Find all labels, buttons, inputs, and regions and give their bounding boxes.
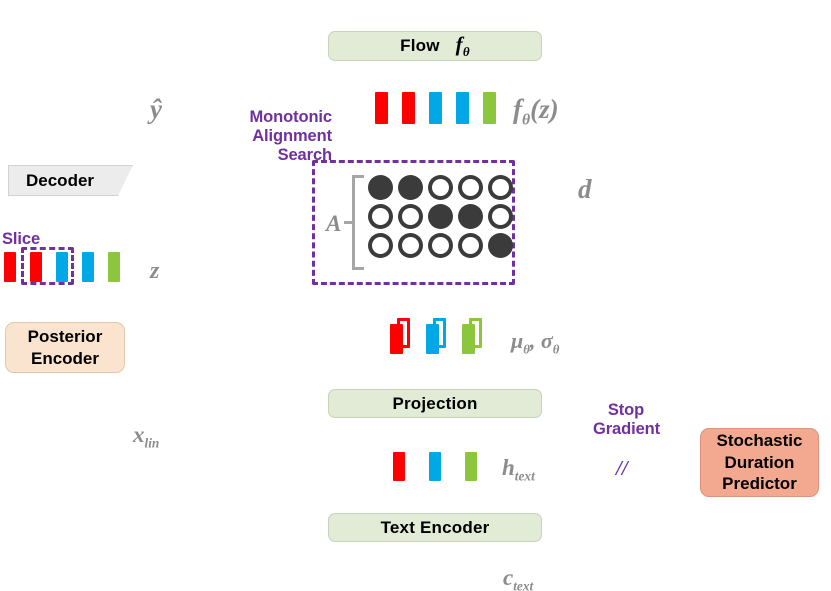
- x-lin-label: xlin: [133, 422, 160, 451]
- posterior-encoder-box[interactable]: Posterior Encoder: [5, 322, 125, 373]
- alignment-cell-inner: [372, 179, 389, 196]
- alignment-cell-r1-c0: [368, 204, 393, 229]
- flow-output-bar-2: [429, 92, 442, 124]
- sdp-label-line1: Stochastic: [716, 430, 803, 450]
- alignment-cell-r0-c4: [488, 175, 513, 200]
- alignment-cell-inner: [372, 208, 389, 225]
- d-label: d: [578, 174, 592, 204]
- alignment-cell-r2-c1: [398, 233, 423, 258]
- mu-sigma-label: μθ, σθ: [511, 328, 560, 357]
- alignment-matrix-label: A: [326, 211, 342, 236]
- flow-output-bar-0: [375, 92, 388, 124]
- alignment-cell-inner: [402, 208, 419, 225]
- alignment-bracket: [352, 175, 364, 270]
- posterior-encoder-label-line1: Posterior: [27, 326, 103, 346]
- flow-box-symbol: fθ: [455, 31, 470, 60]
- text-encoder-box[interactable]: Text Encoder: [328, 513, 542, 542]
- text-encoder-box-label: Text Encoder: [380, 517, 490, 537]
- flow-output-bars: [375, 92, 496, 128]
- mu-bar-2: [462, 324, 475, 354]
- projection-box[interactable]: Projection: [328, 389, 542, 418]
- alignment-cell-inner: [492, 237, 509, 254]
- alignment-cell-inner: [462, 179, 479, 196]
- monotonic-alignment-search-label: Monotonic Alignment Search: [249, 108, 333, 165]
- flow-output-bar-1: [402, 92, 415, 124]
- alignment-cell-inner: [462, 237, 479, 254]
- h-text-label: htext: [502, 455, 535, 484]
- flow-output-bar-3: [456, 92, 469, 124]
- alignment-cell-r1-c4: [488, 204, 513, 229]
- h-text-bar-1: [429, 452, 441, 481]
- alignment-cell-r1-c3: [458, 204, 483, 229]
- decoder-box[interactable]: Decoder: [8, 165, 133, 196]
- mu-sigma-bars: [390, 318, 500, 360]
- decoder-box-label: Decoder: [26, 170, 95, 190]
- alignment-cell-inner: [492, 208, 509, 225]
- z-latent-bar-4: [108, 252, 120, 282]
- alignment-cell-r2-c4: [488, 233, 513, 258]
- alignment-cell-inner: [402, 237, 419, 254]
- c-text-label: ctext: [503, 565, 534, 591]
- flow-output-bar-4: [483, 92, 496, 124]
- alignment-cell-inner: [432, 179, 449, 196]
- posterior-encoder-label-line2: Encoder: [30, 348, 100, 368]
- h-text-bars: [393, 452, 483, 484]
- alignment-cell-r1-c1: [398, 204, 423, 229]
- alignment-cell-r0-c0: [368, 175, 393, 200]
- alignment-cell-inner: [432, 208, 449, 225]
- h-text-bar-0: [393, 452, 405, 481]
- alignment-cell-inner: [402, 179, 419, 196]
- mu-bar-1: [426, 324, 439, 354]
- alignment-bracket-tick: [344, 221, 353, 224]
- alignment-cell-inner: [372, 237, 389, 254]
- mu-bar-0: [390, 324, 403, 354]
- alignment-cell-r2-c0: [368, 233, 393, 258]
- decoder-box-shape: Decoder: [8, 165, 133, 196]
- alignment-cell-inner: [432, 237, 449, 254]
- z-latent-bar-0: [4, 252, 16, 282]
- stochastic-duration-predictor-box[interactable]: Stochastic Duration Predictor: [700, 428, 819, 497]
- h-text-bar-2: [465, 452, 477, 481]
- z-label: z: [150, 258, 160, 284]
- sdp-label-line2: Duration: [724, 452, 795, 472]
- alignment-cell-r1-c2: [428, 204, 453, 229]
- y-hat-label: ŷ: [150, 94, 162, 124]
- alignment-matrix: [368, 175, 513, 258]
- sdp-label-line3: Predictor: [722, 474, 797, 494]
- flow-box-label: Flow: [400, 36, 440, 55]
- z-latent-bar-3: [82, 252, 94, 282]
- slice-region: [21, 247, 74, 285]
- alignment-cell-inner: [492, 179, 509, 196]
- diagram-canvas: Flow fθ ŷ fθ(z) Monotonic Alignment Sear…: [0, 0, 831, 591]
- stop-gradient-label: Stop Gradient: [593, 401, 661, 439]
- alignment-cell-r2-c3: [458, 233, 483, 258]
- alignment-cell-inner: [462, 208, 479, 225]
- alignment-cell-r2-c2: [428, 233, 453, 258]
- alignment-cell-r0-c1: [398, 175, 423, 200]
- alignment-cell-r0-c3: [458, 175, 483, 200]
- flow-box[interactable]: Flow fθ: [328, 31, 542, 61]
- stop-gradient-slash-icon: //: [616, 456, 628, 480]
- f-theta-z-label: fθ(z): [513, 94, 559, 129]
- projection-box-label: Projection: [392, 393, 478, 413]
- alignment-cell-r0-c2: [428, 175, 453, 200]
